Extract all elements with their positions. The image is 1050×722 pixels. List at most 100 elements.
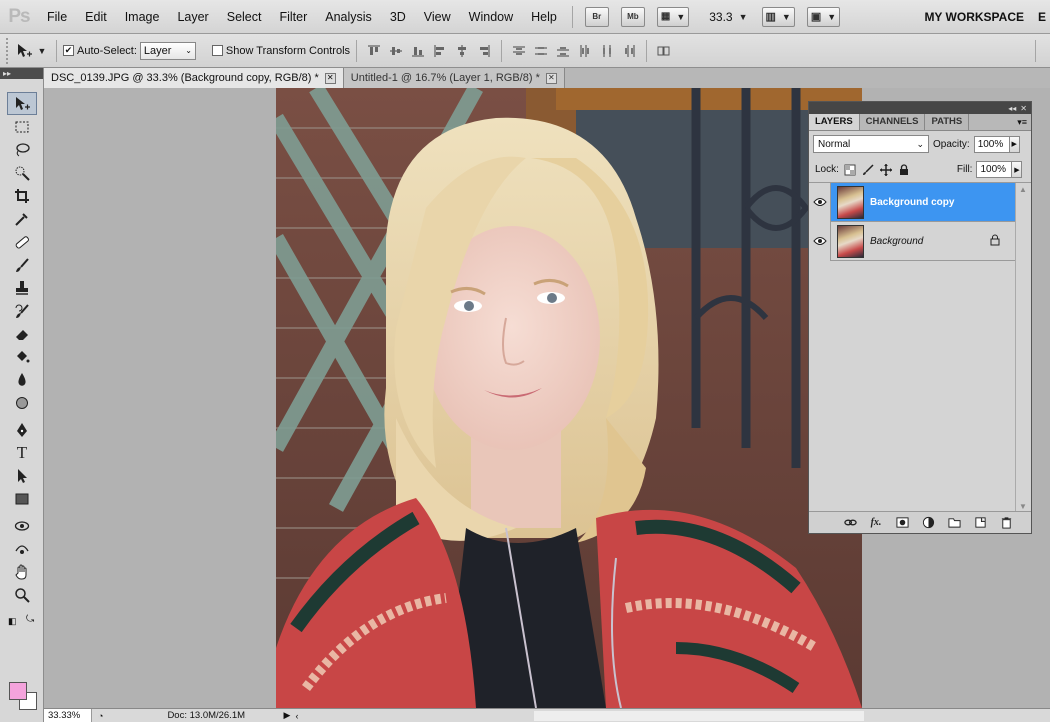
fill-field[interactable]: 100% [976,161,1013,178]
paint-bucket-tool[interactable] [7,345,37,368]
panel-title-bar[interactable]: ◂◂ ✕ [809,102,1031,114]
healing-tool[interactable] [7,230,37,253]
fill-slider-arrow-icon[interactable]: ▶ [1012,161,1023,178]
history-brush-tool[interactable] [7,299,37,322]
close-panel-icon[interactable]: ✕ [1020,104,1027,113]
add-layer-mask-icon[interactable] [895,516,909,530]
menu-view[interactable]: View [415,0,460,34]
tab-layers[interactable]: LAYERS [809,114,860,130]
close-icon[interactable]: ✕ [545,72,557,84]
crop-tool[interactable] [7,184,37,207]
tools-panel-header[interactable]: ▸▸ [0,68,43,79]
horizontal-scrollbar[interactable] [534,711,864,721]
opacity-field[interactable]: 100% [973,135,1010,153]
marquee-tool[interactable] [7,115,37,138]
screen-mode-button[interactable]: ▣ ▼ [806,6,841,27]
bridge-button[interactable]: Br [584,6,609,27]
3d-rotate-tool[interactable] [7,514,37,537]
align-vertical-centers-icon[interactable] [388,43,404,59]
auto-select-dropdown[interactable]: Layer ⌄ [139,41,196,60]
document-photo[interactable] [276,88,862,708]
menu-file[interactable]: File [38,0,76,34]
foreground-color-swatch[interactable] [9,682,27,700]
distribute-right-icon[interactable] [621,43,637,59]
new-layer-icon[interactable] [973,516,987,530]
align-left-edges-icon[interactable] [432,43,448,59]
visibility-eye-icon[interactable] [809,221,831,261]
layer-row-background-copy[interactable]: Background copy [809,182,1015,222]
auto-select-option[interactable]: ✔ Auto-Select: [63,45,137,57]
collapse-panel-icon[interactable]: ◂◂ [1008,104,1016,113]
align-bottom-edges-icon[interactable] [410,43,426,59]
menu-help[interactable]: Help [522,0,566,34]
layers-scrollbar[interactable]: ▲ ▼ [1015,183,1031,513]
hand-tool[interactable] [7,560,37,583]
brush-tool[interactable] [7,253,37,276]
zoom-dropdown-icon[interactable]: ▼ [739,12,748,22]
align-top-edges-icon[interactable] [366,43,382,59]
transform-controls-checkbox[interactable] [211,45,223,56]
pen-tool[interactable] [7,418,37,441]
lock-all-icon[interactable] [897,163,911,177]
menu-analysis[interactable]: Analysis [316,0,381,34]
menu-layer[interactable]: Layer [168,0,217,34]
3d-orbit-tool[interactable] [7,537,37,560]
default-colors-icon[interactable]: ◧ [8,616,17,627]
layer-row-background[interactable]: Background [809,221,1015,261]
align-right-edges-icon[interactable] [476,43,492,59]
swap-colors-icon[interactable]: ⤿ [26,614,34,625]
auto-align-layers-icon[interactable] [656,43,672,59]
new-group-icon[interactable] [947,516,961,530]
menu-image[interactable]: Image [116,0,169,34]
layer-name[interactable]: Background copy [870,197,954,208]
eraser-tool[interactable] [7,322,37,345]
shape-tool[interactable] [7,487,37,510]
scroll-up-icon[interactable]: ▲ [1019,185,1027,194]
transform-controls-option[interactable]: Show Transform Controls [211,45,350,57]
distribute-top-icon[interactable] [511,43,527,59]
move-tool[interactable] [7,92,37,115]
auto-select-checkbox[interactable]: ✔ [63,45,74,56]
mini-bridge-button[interactable]: Mb [620,6,645,27]
blur-tool[interactable] [7,368,37,391]
scroll-down-icon[interactable]: ▼ [1019,502,1027,511]
path-select-tool[interactable] [7,464,37,487]
menu-filter[interactable]: Filter [270,0,316,34]
menu-window[interactable]: Window [460,0,522,34]
link-layers-icon[interactable] [843,516,857,530]
delete-layer-icon[interactable] [999,516,1013,530]
visibility-eye-icon[interactable] [809,182,831,222]
distribute-bottom-icon[interactable] [555,43,571,59]
lock-position-icon[interactable] [879,163,893,177]
stamp-tool[interactable] [7,276,37,299]
menu-edit[interactable]: Edit [76,0,116,34]
lasso-tool[interactable] [7,138,37,161]
distribute-horizontal-centers-icon[interactable] [599,43,615,59]
distribute-vertical-centers-icon[interactable] [533,43,549,59]
blend-mode-dropdown[interactable]: Normal ⌄ [813,135,929,153]
arrange-documents-button[interactable]: ▥ ▼ [761,6,795,27]
layer-style-fx-icon[interactable]: fx. [869,516,883,530]
opacity-slider-arrow-icon[interactable]: ▶ [1009,135,1020,153]
menu-3d[interactable]: 3D [381,0,415,34]
zoom-level[interactable]: 33.3 [709,10,732,24]
workspace-switcher[interactable]: MY WORKSPACE [924,0,1024,34]
eyedropper-tool[interactable] [7,207,37,230]
tab-untitled-1[interactable]: Untitled-1 @ 16.7% (Layer 1, RGB/8) * ✕ [343,68,565,88]
distribute-left-icon[interactable] [577,43,593,59]
layer-name[interactable]: Background [870,236,923,247]
lock-image-pixels-icon[interactable] [861,163,875,177]
status-zoom-field[interactable]: 33.33% [44,708,92,722]
workspace-overflow[interactable]: E [1038,0,1050,34]
tab-paths[interactable]: PATHS [925,114,970,130]
tab-channels[interactable]: CHANNELS [860,114,926,130]
view-extras-button[interactable]: ▦ ▼ [656,6,690,27]
align-horizontal-centers-icon[interactable] [454,43,470,59]
status-menu-arrow-icon[interactable]: ▶ [283,710,295,721]
tool-preset-picker[interactable]: ▼ [12,43,50,59]
quick-select-tool[interactable] [7,161,37,184]
menu-select[interactable]: Select [218,0,271,34]
zoom-tool[interactable] [7,583,37,606]
panel-menu-icon[interactable]: ▾≡ [1017,117,1027,128]
close-icon[interactable]: ✕ [324,72,336,84]
